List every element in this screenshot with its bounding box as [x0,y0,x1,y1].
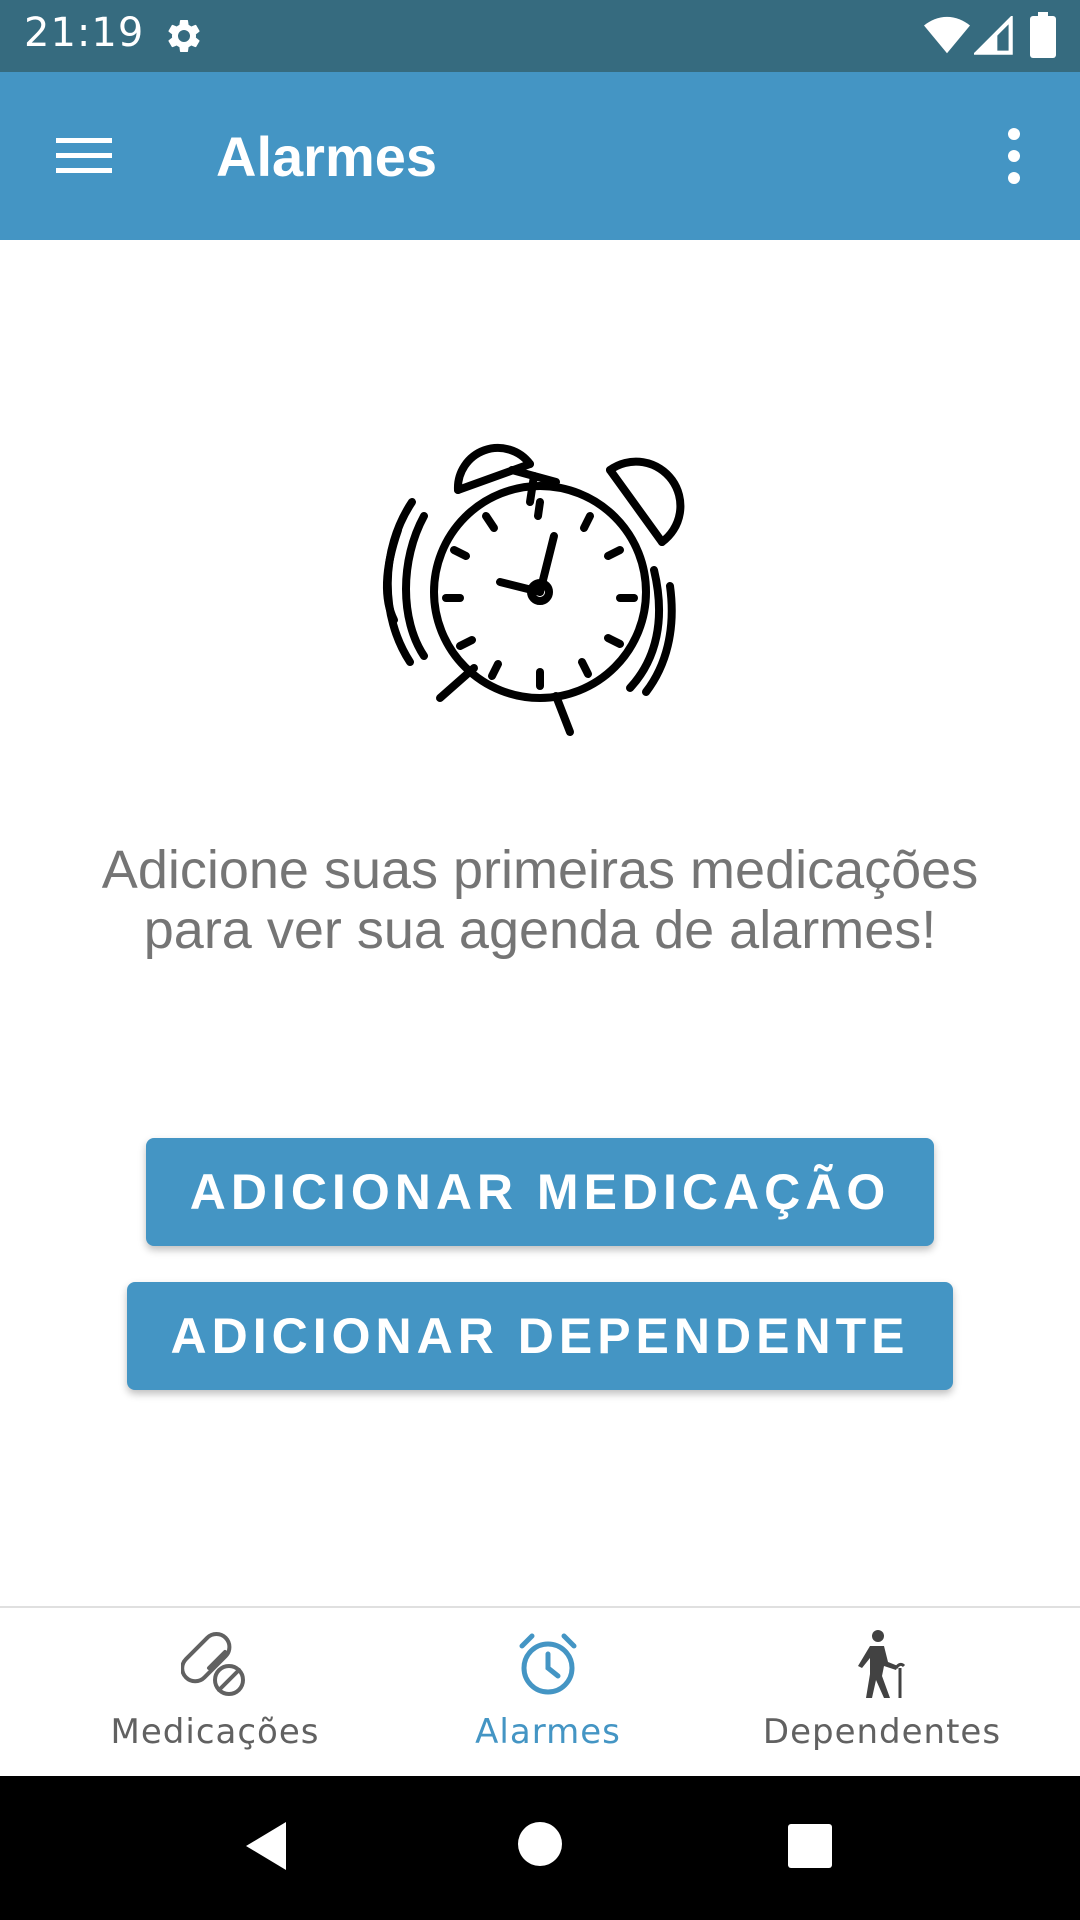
home-icon[interactable] [516,1820,564,1868]
back-icon[interactable] [240,1818,290,1874]
nav-item-medicacoes[interactable]: Medicações [35,1608,395,1776]
add-dependent-button[interactable]: ADICIONAR DEPENDENTE [127,1282,953,1390]
nav-label-dependentes: Dependentes [762,1712,1002,1752]
system-navigation-bar [0,1776,1080,1920]
status-time: 21:19 [24,10,145,56]
bottom-navigation: Medicações Alarmes Dependentes [0,1606,1080,1776]
signal-icon [974,16,1013,55]
app-bar: Alarmes [0,72,1080,240]
recents-icon[interactable] [786,1822,834,1870]
page-title: Alarmes [216,125,438,188]
add-medication-button[interactable]: ADICIONAR MEDICAÇÃO [146,1138,934,1246]
pill-icon [181,1632,245,1696]
nav-label-alarmes: Alarmes [475,1712,621,1752]
elderly-person-icon [858,1630,906,1698]
nav-item-alarmes[interactable]: Alarmes [368,1608,728,1776]
menu-icon[interactable] [44,122,124,190]
nav-item-dependentes[interactable]: Dependentes [702,1608,1062,1776]
alarm-clock-icon [383,443,685,736]
battery-icon [1030,12,1056,58]
empty-state-message: Adicione suas primeiras medicações para … [101,840,979,960]
more-vert-icon[interactable] [996,124,1032,188]
nav-label-medicacoes: Medicações [110,1712,320,1752]
gear-icon [168,19,200,52]
wifi-icon [924,16,970,54]
alarm-icon [519,1633,577,1695]
status-bar: 21:19 [0,0,1080,72]
